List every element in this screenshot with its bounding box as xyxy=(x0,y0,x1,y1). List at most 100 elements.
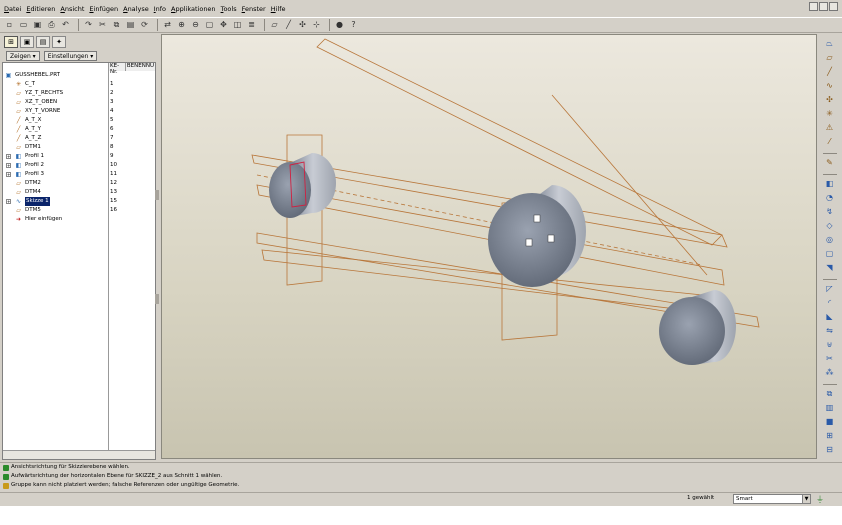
menu-item-8[interactable]: Fenster xyxy=(242,5,266,13)
layers-icon[interactable]: ≣ xyxy=(246,20,257,31)
blend-icon[interactable]: ◇ xyxy=(824,220,836,232)
point-icon[interactable]: ✣ xyxy=(824,94,836,106)
tree-item[interactable]: ╱ A_T_Y 6 xyxy=(3,125,153,134)
tree-item[interactable]: ▱ DTM4 13 xyxy=(3,188,153,197)
offset-icon[interactable]: ⧉ xyxy=(824,388,836,400)
favorites-tab-icon[interactable]: ▤ xyxy=(36,35,50,48)
print-icon[interactable]: ⎙ xyxy=(46,20,57,31)
curve-icon[interactable]: ∿ xyxy=(824,80,836,92)
show-button[interactable]: Zeigen ▾ xyxy=(6,51,40,61)
menu-item-5[interactable]: Info xyxy=(154,5,166,13)
pattern-icon[interactable]: ⁂ xyxy=(824,367,836,379)
expand-icon[interactable]: + xyxy=(6,199,11,204)
open-icon[interactable]: ▭ xyxy=(18,20,29,31)
tree-item[interactable]: ✳ C_T 1 xyxy=(3,80,153,89)
datum-plane-icon[interactable]: ▱ xyxy=(824,52,836,64)
shading-icon[interactable]: ● xyxy=(334,20,345,31)
menu-item-0[interactable]: Datei xyxy=(4,5,21,13)
merge-icon[interactable]: ⊎ xyxy=(824,339,836,351)
tree-item[interactable]: + ◧ Profil 2 10 xyxy=(3,161,153,170)
save-icon[interactable]: ▣ xyxy=(32,20,43,31)
marker-3[interactable] xyxy=(547,234,555,243)
note-icon[interactable]: ✎ xyxy=(824,157,836,169)
orient-icon[interactable]: ⇄ xyxy=(162,20,173,31)
column-header-feature-number[interactable]: KE-Nr. xyxy=(108,63,125,75)
hole-icon[interactable]: ◎ xyxy=(824,234,836,246)
redo-icon[interactable]: ↷ xyxy=(83,20,94,31)
saved-views-icon[interactable]: ◫ xyxy=(232,20,243,31)
assembly-icon[interactable]: ⊟ xyxy=(824,444,836,456)
maximize-icon[interactable] xyxy=(819,2,828,11)
extrude-icon[interactable]: ◧ xyxy=(824,178,836,190)
tree-item[interactable]: ▱ XY_T_VORNE 4 xyxy=(3,107,153,116)
zoom-out-icon[interactable]: ⊖ xyxy=(190,20,201,31)
tree-item[interactable]: ▱ YZ_T_RECHTS 2 xyxy=(3,89,153,98)
connections-tab-icon[interactable]: ✦ xyxy=(52,35,66,48)
rib-icon[interactable]: ◥ xyxy=(824,262,836,274)
graphics-window[interactable] xyxy=(161,34,817,459)
marker-1[interactable] xyxy=(533,214,541,223)
tree-item[interactable]: ▱ XZ_T_OBEN 3 xyxy=(3,98,153,107)
menu-item-2[interactable]: Ansicht xyxy=(60,5,84,13)
expand-icon[interactable]: + xyxy=(6,172,11,177)
menu-item-1[interactable]: Editieren xyxy=(26,5,55,13)
new-icon[interactable]: ▫ xyxy=(4,20,15,31)
horizontal-scrollbar[interactable] xyxy=(3,450,155,459)
panel-sash-handle-lower[interactable] xyxy=(155,294,159,304)
plane-icon[interactable]: ⏢ xyxy=(824,38,836,50)
expand-icon[interactable]: + xyxy=(6,154,11,159)
tree-item[interactable]: ╱ A_T_X 5 xyxy=(3,116,153,125)
draft-icon[interactable]: ◸ xyxy=(824,283,836,295)
datum-planes-icon[interactable]: ▱ xyxy=(269,20,280,31)
settings-button[interactable]: Einstellungen ▾ xyxy=(43,51,98,61)
tree-item[interactable]: ▱ DTM2 12 xyxy=(3,179,153,188)
menu-item-6[interactable]: Applikationen xyxy=(171,5,216,13)
paste-icon[interactable]: ▤ xyxy=(125,20,136,31)
selection-filter-select[interactable]: Smart ▼ xyxy=(733,494,811,504)
regenerate-icon[interactable]: ⟳ xyxy=(139,20,150,31)
tree-item[interactable]: ➜ Hier einfügen xyxy=(3,215,153,224)
sweep-icon[interactable]: ↯ xyxy=(824,206,836,218)
panel-sash-handle[interactable] xyxy=(155,190,159,200)
cylinder-center[interactable] xyxy=(488,185,586,287)
model-tree-tab-icon[interactable]: ⊞ xyxy=(4,35,18,48)
minimize-icon[interactable] xyxy=(809,2,818,11)
layout-icon[interactable]: ⊞ xyxy=(824,430,836,442)
menu-item-7[interactable]: Tools xyxy=(221,5,237,13)
trim-icon[interactable]: ✂ xyxy=(824,353,836,365)
shell-icon[interactable]: ▢ xyxy=(824,248,836,260)
menu-item-3[interactable]: Einfügen xyxy=(89,5,118,13)
datum-axes-icon[interactable]: ╱ xyxy=(283,20,294,31)
zoom-in-icon[interactable]: ⊕ xyxy=(176,20,187,31)
menu-item-9[interactable]: Hilfe xyxy=(271,5,286,13)
tree-item[interactable]: ▱ DTM5 16 xyxy=(3,206,153,215)
mirror-icon[interactable]: ⇋ xyxy=(824,325,836,337)
expand-icon[interactable]: + xyxy=(6,163,11,168)
chevron-down-icon[interactable]: ▼ xyxy=(802,495,810,503)
axis-icon[interactable]: ╱ xyxy=(824,66,836,78)
tree-item[interactable]: + ∿ Skizze 1 15 xyxy=(3,197,153,206)
marker-2[interactable] xyxy=(525,238,533,247)
tree-item[interactable]: ▱ DTM1 8 xyxy=(3,143,153,152)
csys-icon[interactable]: ✳ xyxy=(824,108,836,120)
tree-item[interactable]: + ◧ Profil 1 9 xyxy=(3,152,153,161)
datum-points-icon[interactable]: ✣ xyxy=(297,20,308,31)
folder-browser-tab-icon[interactable]: ▣ xyxy=(20,35,34,48)
menu-item-4[interactable]: Analyse xyxy=(123,5,149,13)
spin-icon[interactable]: ✥ xyxy=(218,20,229,31)
chamfer-icon[interactable]: ◣ xyxy=(824,311,836,323)
warning-icon[interactable]: ⚠ xyxy=(824,122,836,134)
csys-icon[interactable]: ⊹ xyxy=(311,20,322,31)
thicken-icon[interactable]: ▥ xyxy=(824,402,836,414)
undo-icon[interactable]: ↶ xyxy=(60,20,71,31)
tree-item[interactable]: ╱ A_T_Z 7 xyxy=(3,134,153,143)
copy-icon[interactable]: ⧉ xyxy=(111,20,122,31)
refit-icon[interactable]: ▢ xyxy=(204,20,215,31)
tree-item[interactable]: + ◧ Profil 3 11 xyxy=(3,170,153,179)
column-header-name[interactable]: BENENNU xyxy=(124,63,155,71)
round-icon[interactable]: ◜ xyxy=(824,297,836,309)
revolve-icon[interactable]: ◔ xyxy=(824,192,836,204)
close-icon[interactable] xyxy=(829,2,838,11)
cylinder-right[interactable] xyxy=(659,290,736,365)
help-icon[interactable]: ? xyxy=(348,20,359,31)
